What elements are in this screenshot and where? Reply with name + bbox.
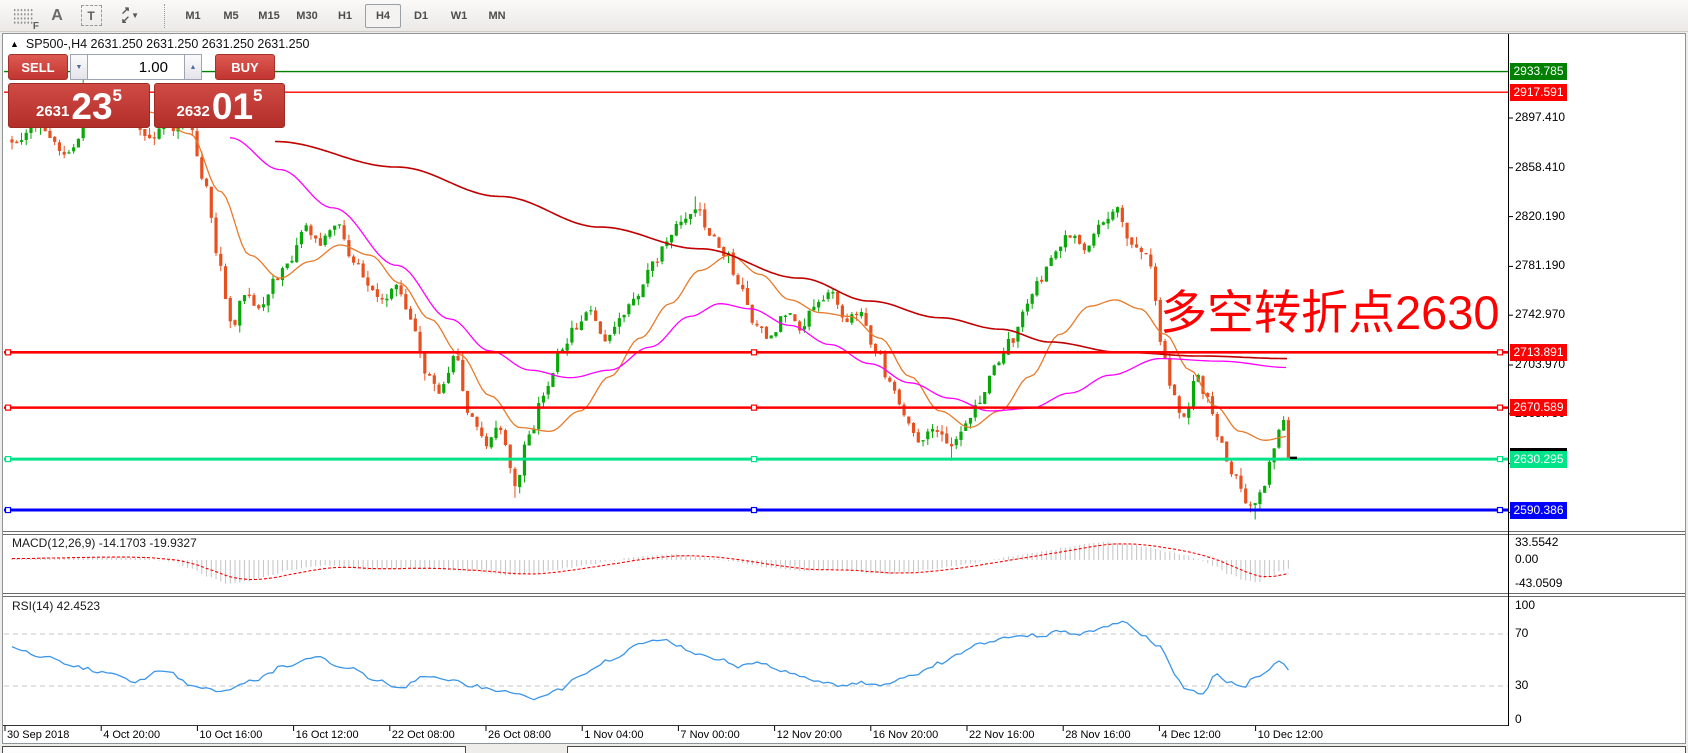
sell-price-pip: 5 [112, 86, 122, 105]
symbol-ohlc-text: SP500-,H4 2631.250 2631.250 2631.250 263… [25, 37, 310, 51]
buy-price-box[interactable]: 2632 01 5 [154, 83, 285, 128]
buy-price-prefix: 2632 [176, 103, 210, 120]
chart-info-bar: ▲ SP500-,H4 2631.250 2631.250 2631.250 2… [10, 37, 310, 51]
chevron-down-icon: ▼ [131, 11, 140, 20]
buy-price-pip: 5 [253, 86, 263, 105]
mt4-application: F A T ↗ ↙ ▼ M1 M5 M15 M30 H1 H4 D1 W1 MN 2897.41… [0, 0, 1688, 753]
label-tool-icon[interactable]: T [77, 4, 105, 28]
sell-price-prefix: 2631 [36, 103, 70, 120]
volume-input[interactable] [87, 54, 185, 80]
timeframe-button-M5[interactable]: M5 [213, 4, 249, 28]
rsi-indicator-label: RSI(14) 42.4523 [12, 599, 101, 613]
timeframe-button-H1[interactable]: H1 [327, 4, 363, 28]
collapse-triangle-icon[interactable]: ▲ [10, 39, 19, 49]
timeframe-buttons: M1 M5 M15 M30 H1 H4 D1 W1 MN [174, 3, 516, 28]
sell-price-main: 23 [71, 86, 113, 127]
sell-button[interactable]: SELL [8, 54, 68, 80]
one-click-trading-panel: SELL ▼ ▲ BUY 2631 23 5 2632 01 5 [8, 54, 288, 128]
timeframe-button-W1[interactable]: W1 [441, 4, 477, 28]
macd-indicator-label: MACD(12,26,9) -14.1703 -19.9327 [12, 536, 197, 550]
timeframe-button-D1[interactable]: D1 [403, 4, 439, 28]
fibonacci-f-glyph: F [32, 20, 39, 32]
fibonacci-dots-glyph [13, 7, 33, 24]
toolbar-separator [164, 3, 165, 28]
timeframe-button-H4[interactable]: H4 [365, 3, 401, 28]
volume-increase-button[interactable]: ▲ [185, 54, 202, 80]
minimized-window-2[interactable] [567, 746, 1686, 753]
spin-down-icon: ▼ [75, 63, 83, 71]
fibonacci-tool-icon[interactable]: F [9, 4, 39, 32]
text-tool-icon[interactable]: A [43, 4, 71, 28]
spin-up-icon: ▲ [189, 63, 197, 71]
toolbar: F A T ↗ ↙ ▼ M1 M5 M15 M30 H1 H4 D1 W1 MN [0, 0, 1688, 32]
arrows-tool-icon[interactable]: ↗ ↙ ▼ [111, 4, 149, 28]
minimized-window-1[interactable] [2, 746, 466, 753]
sell-price-box[interactable]: 2631 23 5 [8, 83, 150, 128]
chart-annotation-text: 多空转折点2630 [1160, 286, 1500, 339]
timeframe-button-M15[interactable]: M15 [251, 4, 287, 28]
chart-window [2, 33, 1686, 744]
timeframe-button-M1[interactable]: M1 [175, 4, 211, 28]
volume-decrease-button[interactable]: ▼ [70, 54, 87, 80]
timeframe-button-MN[interactable]: MN [479, 4, 515, 28]
buy-button[interactable]: BUY [215, 54, 275, 80]
buy-price-main: 01 [211, 86, 254, 127]
timeframe-button-M30[interactable]: M30 [289, 4, 325, 28]
diagonal-arrows-glyph: ↗ ↙ [120, 4, 130, 26]
